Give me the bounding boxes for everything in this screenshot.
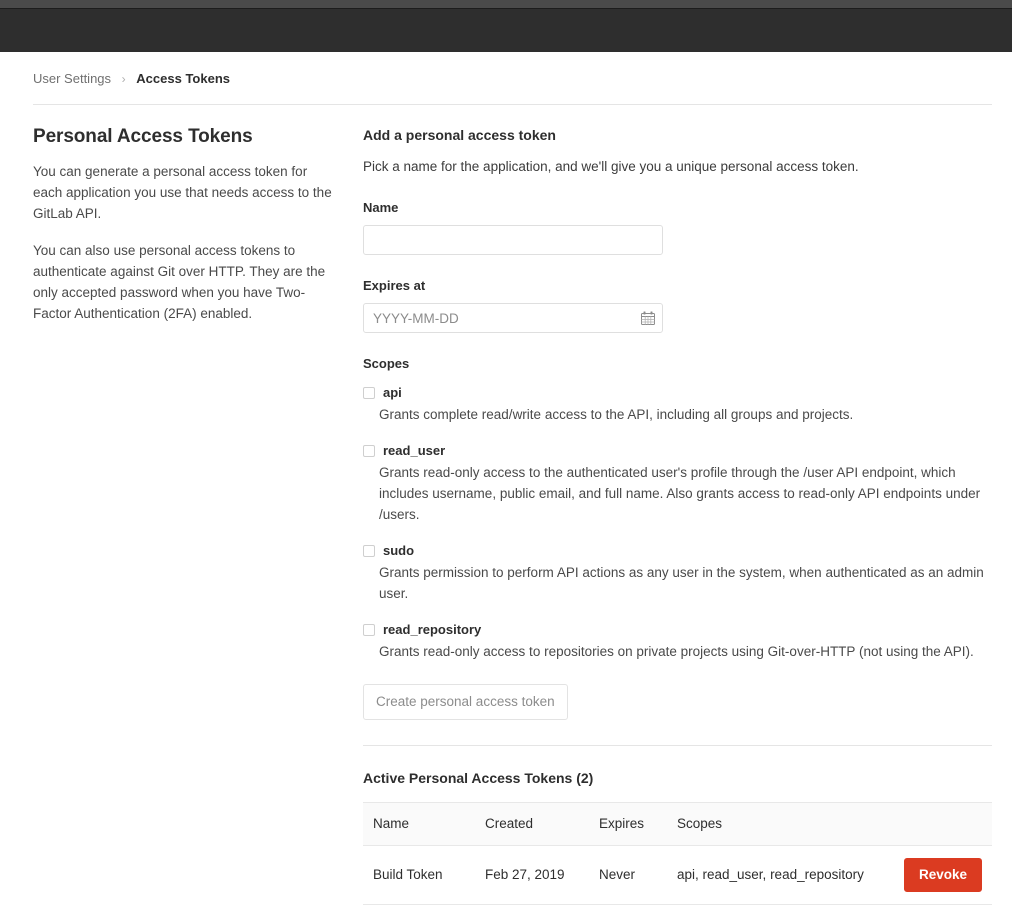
app-navbar [0,8,1012,52]
expires-at-input[interactable] [363,303,663,333]
scope-name-api: api [383,385,402,400]
scope-item-read-user: read_user Grants read-only access to the… [363,443,992,525]
tokens-header-row: Name Created Expires Scopes [363,802,992,846]
column-header-actions [888,802,992,846]
form-title: Add a personal access token [363,127,556,143]
token-created: Feb 27, 2019 [475,845,589,905]
scope-checkbox-api[interactable] [363,387,375,399]
column-header-expires: Expires [589,802,667,846]
scope-item-read-repository: read_repository Grants read-only access … [363,622,992,662]
aside-paragraph-1: You can generate a personal access token… [33,164,332,221]
name-label: Name [363,200,399,215]
scope-checkbox-sudo[interactable] [363,545,375,557]
scope-description-sudo: Grants permission to perform API actions… [379,565,984,601]
form-intro: Pick a name for the application, and we'… [363,159,859,174]
scope-description-api: Grants complete read/write access to the… [379,407,854,422]
token-actions-cell: Revoke [888,845,992,905]
section-divider [363,745,992,746]
breadcrumb-bar: User Settings › Access Tokens [0,52,1012,88]
breadcrumb-access-tokens: Access Tokens [136,71,230,86]
expires-field-block: Expires at [363,277,992,333]
scope-checkbox-read-user[interactable] [363,445,375,457]
scope-description-read-user: Grants read-only access to the authentic… [379,465,981,522]
scope-checkbox-read-repository[interactable] [363,624,375,636]
scope-item-api: api Grants complete read/write access to… [363,385,992,425]
table-row: Build Token Feb 27, 2019 Never api, read… [363,845,992,905]
token-scopes: api, read_user, read_repository [667,845,888,905]
tokens-table-body: Build Token Feb 27, 2019 Never api, read… [363,845,992,905]
column-header-name: Name [363,802,475,846]
aside-paragraph-2: You can also use personal access tokens … [33,243,326,321]
scope-sudo-header: sudo [363,543,992,559]
scopes-label: Scopes [363,356,410,371]
name-field-block: Name [363,199,992,255]
scopes-block: Scopes api Grants complete read/write ac… [363,355,992,662]
tokens-table-head: Name Created Expires Scopes [363,802,992,846]
token-expires: Never [589,845,667,905]
column-header-created: Created [475,802,589,846]
scope-item-sudo: sudo Grants permission to perform API ac… [363,543,992,604]
scope-api-header: api [363,385,992,401]
scope-name-read-repository: read_repository [383,622,482,637]
settings-section: Personal Access Tokens You can generate … [0,105,1012,905]
settings-main: Add a personal access token Pick a name … [363,125,992,905]
breadcrumb-separator-icon: › [121,72,126,86]
browser-top-strip [0,0,1012,8]
column-header-scopes: Scopes [667,802,888,846]
breadcrumb-user-settings[interactable]: User Settings [33,71,111,86]
expires-at-input-wrapper [363,303,663,333]
scope-name-read-user: read_user [383,443,446,458]
settings-aside: Personal Access Tokens You can generate … [33,125,363,324]
page-title: Personal Access Tokens [33,126,253,147]
create-personal-access-token-button[interactable]: Create personal access token [363,684,568,720]
expires-at-label: Expires at [363,278,426,293]
scope-read-user-header: read_user [363,443,992,459]
scope-description-read-repository: Grants read-only access to repositories … [379,644,974,659]
token-name: Build Token [363,845,475,905]
breadcrumb: User Settings › Access Tokens [33,70,992,88]
active-tokens-table: Name Created Expires Scopes Build Token … [363,802,992,905]
name-input[interactable] [363,225,663,255]
revoke-button[interactable]: Revoke [903,858,982,892]
scope-name-sudo: sudo [383,543,415,558]
active-tokens-title: Active Personal Access Tokens (2) [363,770,594,786]
scope-read-repository-header: read_repository [363,622,992,638]
